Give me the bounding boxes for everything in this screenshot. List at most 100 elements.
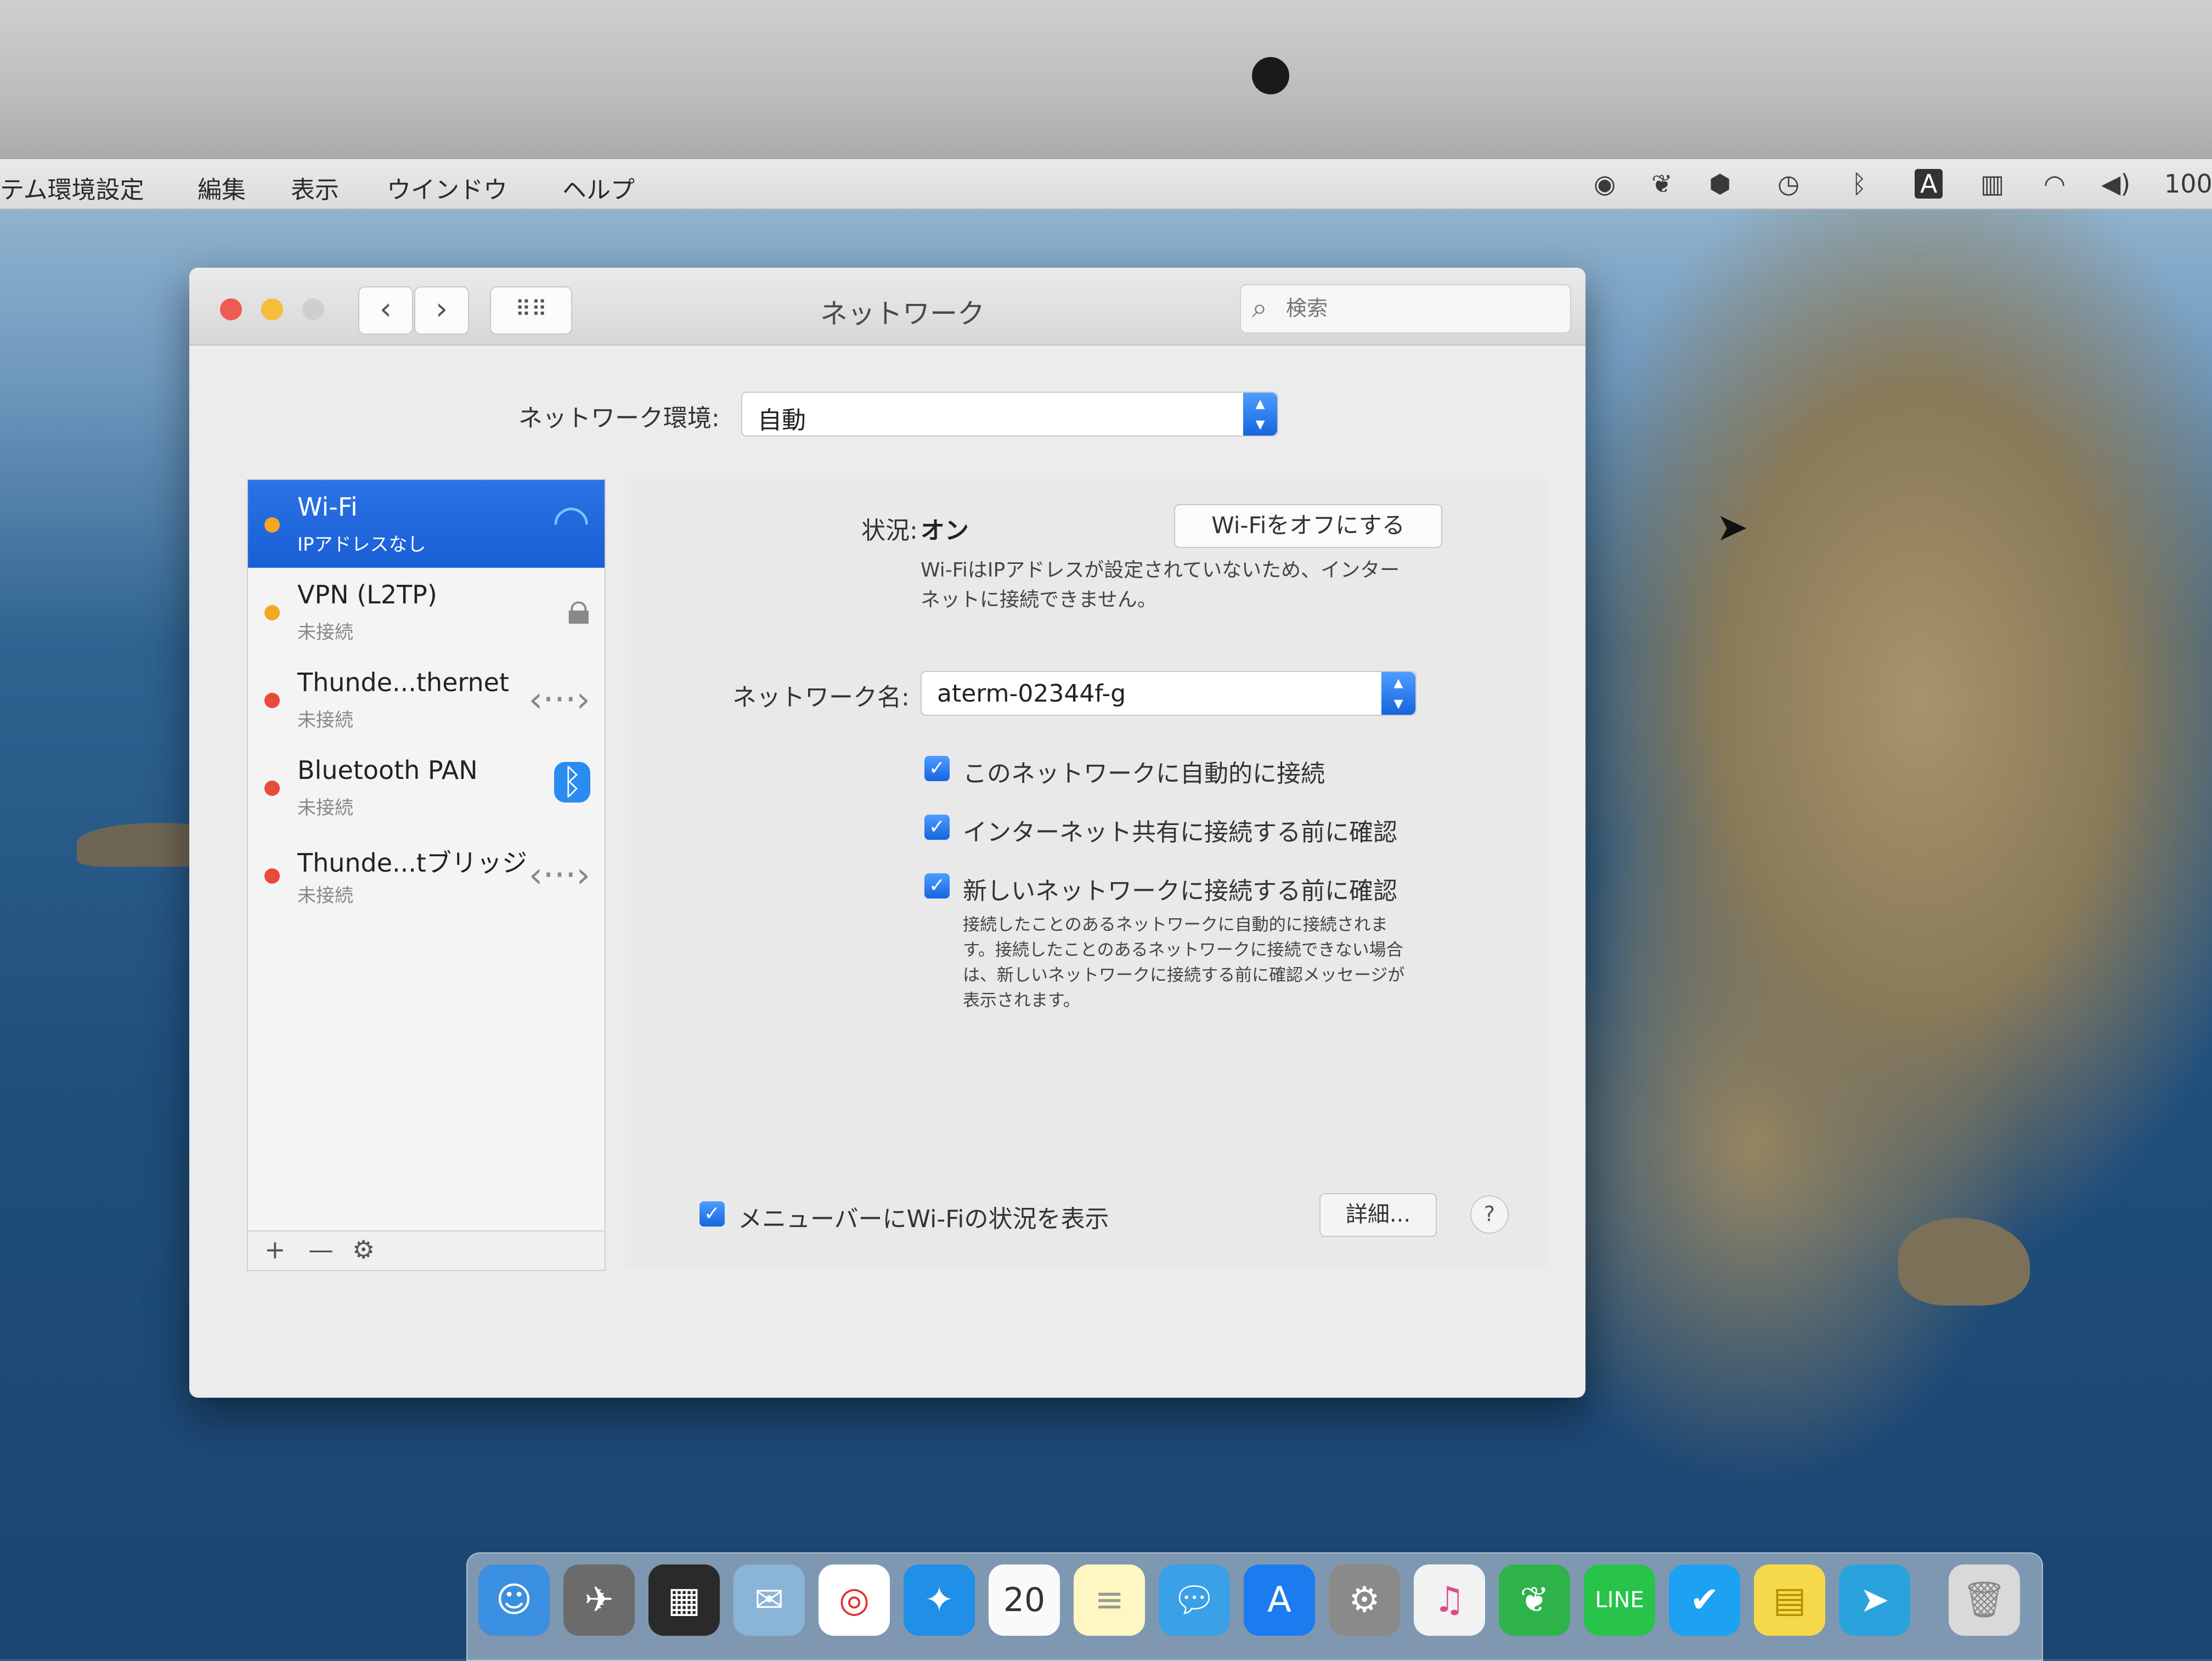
messages-icon[interactable]: 💬︎ bbox=[1159, 1564, 1230, 1636]
system-preferences-icon[interactable]: ⚙ bbox=[1329, 1564, 1400, 1636]
calendar-day: 20 bbox=[1003, 1581, 1046, 1619]
updown-chevron-icon: ▴ ▾ bbox=[1381, 672, 1415, 715]
zoom-button[interactable] bbox=[302, 298, 324, 320]
service-item-vpn[interactable]: VPN (L2TP) 未接続 🔒︎ bbox=[248, 568, 605, 656]
ask-hotspot-checkbox[interactable]: ✓ bbox=[924, 815, 950, 840]
turn-wifi-off-button[interactable]: Wi-Fiをオフにする bbox=[1174, 504, 1442, 548]
bluetooth-menu-icon[interactable]: ᛒ bbox=[1852, 169, 1867, 199]
mission-control-icon[interactable]: ▦ bbox=[648, 1564, 720, 1636]
service-name: Thunde...tブリッジ bbox=[297, 848, 527, 878]
trash-icon[interactable]: 🗑︎ bbox=[1949, 1564, 2020, 1636]
network-name-label: ネットワーク名: bbox=[732, 683, 910, 711]
menu-window[interactable]: ウインドウ bbox=[387, 170, 507, 205]
menu-view[interactable]: 表示 bbox=[291, 170, 339, 205]
laptop-bezel bbox=[0, 0, 2212, 159]
advanced-button[interactable]: 詳細... bbox=[1319, 1193, 1437, 1237]
chevron-right-icon: › bbox=[435, 291, 448, 327]
title-bar: ‹ › ⠿⠿ ネットワーク ⌕ bbox=[189, 268, 1585, 346]
search-box[interactable]: ⌕ bbox=[1240, 284, 1571, 334]
time-machine-icon[interactable]: ◷ bbox=[1778, 169, 1799, 199]
telegram-icon[interactable]: ➤ bbox=[1839, 1564, 1910, 1636]
webcam bbox=[1252, 57, 1289, 94]
service-name: Thunde...thernet bbox=[297, 668, 510, 697]
preview-icon[interactable]: ✉ bbox=[733, 1564, 805, 1636]
ask-new-network-label: 新しいネットワークに接続する前に確認 bbox=[963, 877, 1397, 905]
location-value: 自動 bbox=[758, 406, 806, 434]
minimize-button[interactable] bbox=[261, 298, 283, 320]
service-item-thunderbolt-ethernet[interactable]: Thunde...thernet 未接続 ‹···› bbox=[248, 656, 605, 743]
menu-help[interactable]: ヘルプ bbox=[562, 170, 635, 205]
music-icon[interactable]: ♫ bbox=[1414, 1564, 1485, 1636]
bridge-icon: ‹···› bbox=[528, 855, 590, 896]
service-item-thunderbolt-bridge[interactable]: Thunde...tブリッジ 未接続 ‹···› bbox=[248, 831, 605, 919]
mouse-cursor: ➤ bbox=[1716, 505, 1748, 550]
line-status-icon[interactable]: ◉ bbox=[1594, 169, 1616, 199]
volume-icon[interactable]: ◀) bbox=[2101, 169, 2130, 199]
evernote-status-icon[interactable]: ❦ bbox=[1651, 169, 1673, 199]
chevron-left-icon: ‹ bbox=[379, 291, 392, 327]
checkbox-help-text: 接続したことのあるネットワークに自動的に接続されます。接続したことのあるネットワ… bbox=[963, 915, 1405, 1010]
back-button[interactable]: ‹ bbox=[358, 286, 413, 335]
chrome-icon[interactable]: ◎ bbox=[819, 1564, 890, 1636]
lock-icon: 🔒︎ bbox=[567, 583, 590, 634]
status-description: Wi-FiはIPアドレスが設定されていないため、インターネットに接続できません。 bbox=[921, 559, 1400, 611]
safari-icon[interactable]: ✦ bbox=[904, 1564, 975, 1636]
close-button[interactable] bbox=[220, 298, 242, 320]
menu-edit[interactable]: 編集 bbox=[198, 170, 246, 205]
gear-icon[interactable]: ⚙ bbox=[352, 1235, 375, 1264]
dock: ☺ ✈ ▦ ✉ ◎ ✦ 20 ≡ 💬︎ A ⚙ ♫ ❦ LINE ✔ ▤ ➤ 🗑… bbox=[466, 1552, 2043, 1661]
show-all-button[interactable]: ⠿⠿ bbox=[490, 286, 572, 335]
network-name-select[interactable]: aterm-02344f-g ▴ ▾ bbox=[921, 671, 1417, 716]
ask-new-network-checkbox[interactable]: ✓ bbox=[924, 873, 950, 899]
search-icon: ⌕ bbox=[1252, 292, 1267, 324]
status-dot bbox=[264, 781, 280, 796]
remove-service-button[interactable]: — bbox=[308, 1235, 334, 1264]
updown-chevron-icon: ▴ ▾ bbox=[1243, 393, 1277, 436]
auto-join-checkbox[interactable]: ✓ bbox=[924, 756, 950, 781]
app-store-icon[interactable]: A bbox=[1244, 1564, 1315, 1636]
input-method-icon[interactable]: A bbox=[1915, 169, 1943, 199]
menu-bar: テム環境設定 編集 表示 ウインドウ ヘルプ ◉ ❦ ⬢ ◷ ᛒ A ▥ ◠ ◀… bbox=[0, 159, 2212, 210]
ethernet-icon: ‹···› bbox=[528, 680, 590, 720]
auto-join-label: このネットワークに自動的に接続 bbox=[963, 760, 1325, 788]
location-label: ネットワーク環境: bbox=[518, 404, 720, 432]
status-value: オン bbox=[921, 517, 969, 545]
finder-icon[interactable]: ☺ bbox=[478, 1564, 550, 1636]
status-dot bbox=[264, 517, 280, 533]
keyboard-viewer-icon[interactable]: ▥ bbox=[1980, 169, 2004, 199]
location-select[interactable]: 自動 ▴ ▾ bbox=[741, 392, 1278, 437]
status-dot bbox=[264, 693, 280, 708]
show-in-menubar-label: メニューバーにWi-Fiの状況を表示 bbox=[738, 1205, 1109, 1233]
line-icon[interactable]: LINE bbox=[1584, 1564, 1655, 1636]
show-in-menubar-checkbox[interactable]: ✓ bbox=[699, 1201, 725, 1227]
battery-percentage[interactable]: 100 bbox=[2164, 169, 2212, 199]
evernote-icon[interactable]: ❦ bbox=[1499, 1564, 1570, 1636]
twitter-icon[interactable]: ✔ bbox=[1669, 1564, 1740, 1636]
menu-app-name[interactable]: テム環境設定 bbox=[0, 170, 144, 205]
network-name-value: aterm-02344f-g bbox=[937, 680, 1126, 708]
wifi-icon: ◠ bbox=[552, 495, 590, 546]
wifi-menu-icon[interactable]: ◠ bbox=[2044, 169, 2066, 199]
launchpad-icon[interactable]: ✈ bbox=[563, 1564, 635, 1636]
notes-icon[interactable]: ≡ bbox=[1074, 1564, 1145, 1636]
service-item-bluetooth-pan[interactable]: Bluetooth PAN 未接続 ᛒ bbox=[248, 743, 605, 831]
service-list: Wi-Fi IPアドレスなし ◠ VPN (L2TP) 未接続 🔒︎ Thund… bbox=[247, 479, 606, 1271]
service-name: Wi-Fi bbox=[297, 492, 358, 522]
status-label: 状況: bbox=[861, 517, 918, 545]
detail-pane: 状況: オン Wi-Fiをオフにする Wi-FiはIPアドレスが設定されていない… bbox=[625, 479, 1547, 1269]
forward-button[interactable]: › bbox=[414, 286, 469, 335]
help-button[interactable]: ? bbox=[1470, 1195, 1509, 1234]
service-status: 未接続 bbox=[297, 797, 353, 819]
dropbox-status-icon[interactable]: ⬢ bbox=[1709, 169, 1731, 199]
network-preferences-window: ‹ › ⠿⠿ ネットワーク ⌕ ネットワーク環境: 自動 ▴▾ Wi-Fi IP… bbox=[189, 268, 1585, 1398]
search-input[interactable] bbox=[1285, 290, 1561, 327]
service-item-wifi[interactable]: Wi-Fi IPアドレスなし ◠ bbox=[248, 480, 605, 568]
service-status: IPアドレスなし bbox=[297, 534, 426, 556]
calendar-icon[interactable]: 20 bbox=[989, 1564, 1060, 1636]
service-name: VPN (L2TP) bbox=[297, 580, 437, 609]
status-dot bbox=[264, 868, 280, 884]
ask-hotspot-label: インターネット共有に接続する前に確認 bbox=[963, 818, 1397, 846]
add-service-button[interactable]: + bbox=[264, 1235, 286, 1264]
stickies-icon[interactable]: ▤ bbox=[1754, 1564, 1825, 1636]
status-dot bbox=[264, 605, 280, 620]
